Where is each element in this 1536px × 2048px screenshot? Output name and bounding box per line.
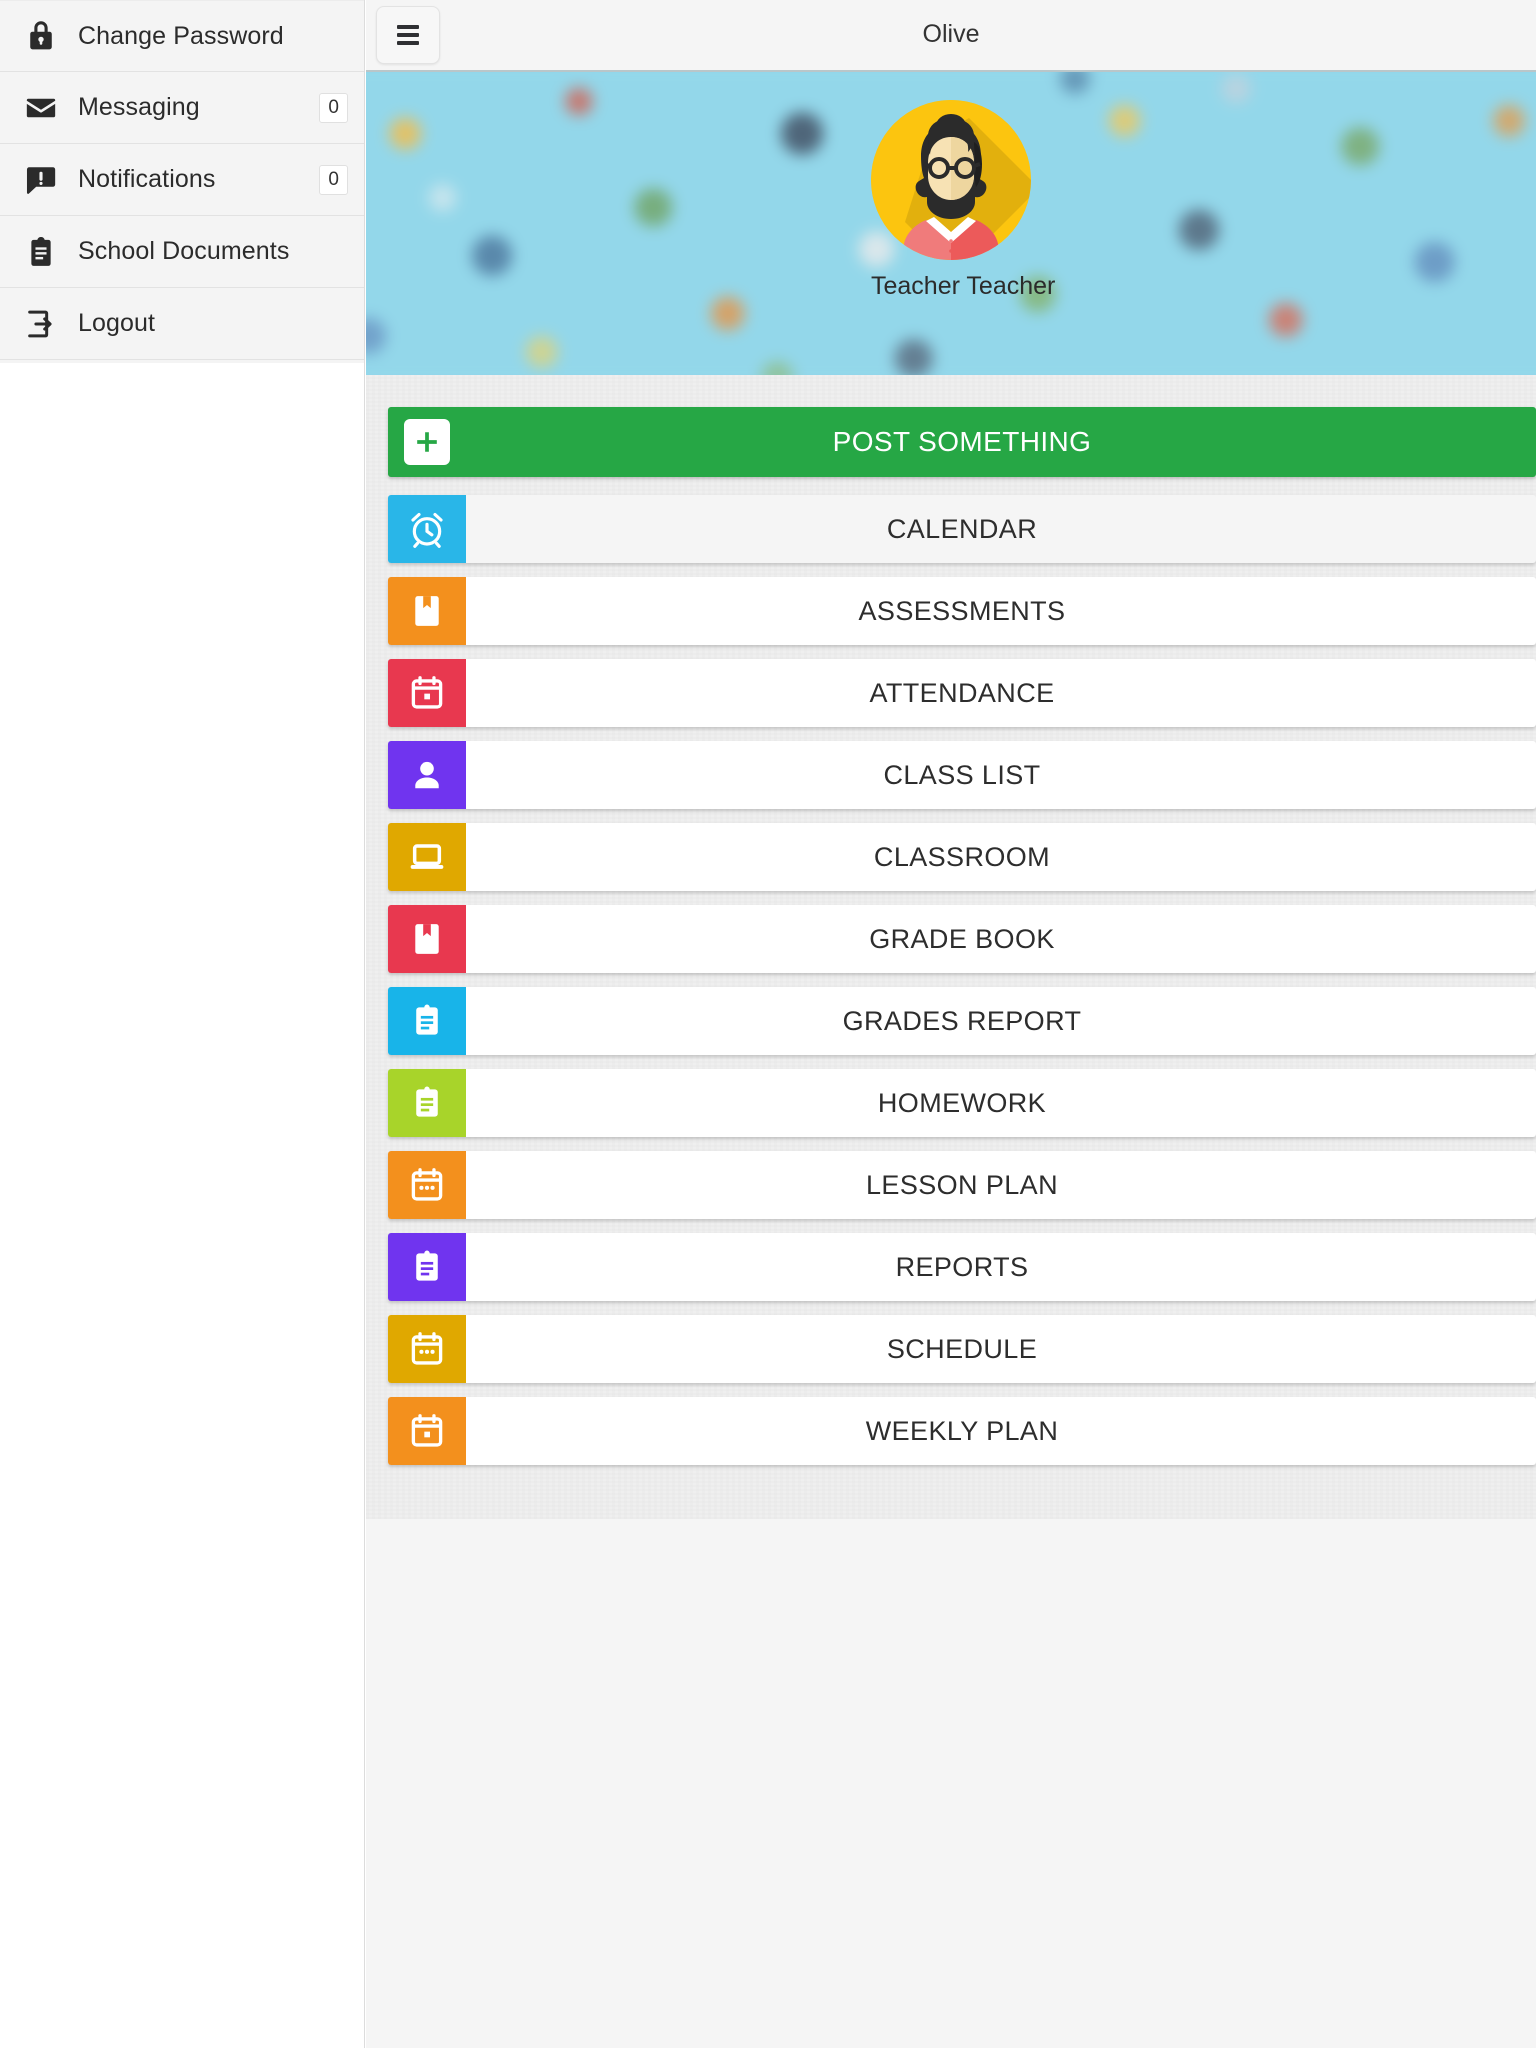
tile-label: GRADE BOOK: [869, 923, 1055, 954]
tile-assessments[interactable]: ASSESSMENTS: [388, 577, 1536, 645]
calendar-dots-icon: [411, 1332, 443, 1365]
sidebar-item-label: Messaging: [78, 93, 200, 121]
tile-weekly-plan[interactable]: WEEKLY PLAN: [388, 1397, 1536, 1465]
post-something-label: POST SOMETHING: [832, 426, 1092, 457]
tile-class-list[interactable]: CLASS LIST: [388, 741, 1536, 809]
main-content: Olive Teacher Teacher POST SOMETHING CAL…: [366, 0, 1536, 2048]
tile-icon-holder: [388, 495, 466, 563]
tile-grade-book[interactable]: GRADE BOOK: [388, 905, 1536, 973]
tile-label: CLASS LIST: [883, 759, 1041, 790]
sidebar-item-change-password[interactable]: Change Password: [0, 0, 364, 72]
tile-label: REPORTS: [895, 1251, 1029, 1282]
tile-calendar[interactable]: CALENDAR: [388, 495, 1536, 563]
tile-icon-holder: [388, 905, 466, 973]
tile-icon-holder: [388, 1397, 466, 1465]
clipboard-icon: [416, 1004, 438, 1035]
envelope-icon: [22, 89, 60, 127]
tile-label: GRADES REPORT: [842, 1005, 1082, 1036]
avatar[interactable]: [871, 100, 1031, 260]
bookmark-book-icon: [415, 924, 439, 954]
calendar-dots-icon: [411, 1168, 443, 1201]
dashboard-tile-list: POST SOMETHING CALENDAR ASSESSMENTS ATTE…: [366, 375, 1536, 1519]
tile-icon-holder: [388, 823, 466, 891]
tile-label: CLASSROOM: [873, 841, 1051, 872]
tile-label: SCHEDULE: [886, 1333, 1038, 1364]
sidebar-item-label: Change Password: [78, 21, 284, 50]
profile-name: Teacher Teacher: [871, 272, 1056, 300]
tile-icon-holder: [388, 1151, 466, 1219]
logout-icon: [22, 305, 60, 343]
tile-label: ASSESSMENTS: [858, 595, 1066, 626]
sidebar-item-label: Notifications: [78, 165, 216, 193]
alert-chat-icon: [22, 161, 60, 199]
tile-grades-report[interactable]: GRADES REPORT: [388, 987, 1536, 1055]
app-root: Change Password Messaging 0 Notification…: [0, 0, 1536, 2048]
tile-label: CALENDAR: [886, 513, 1038, 544]
sidebar-item-label: Logout: [78, 309, 156, 337]
tile-label: WEEKLY PLAN: [865, 1415, 1059, 1446]
person-icon: [415, 761, 439, 789]
sidebar-item-label: School Documents: [78, 237, 290, 265]
clipboard-icon: [416, 1250, 438, 1281]
calendar-box-icon: [411, 1414, 443, 1447]
post-something-button[interactable]: POST SOMETHING: [388, 407, 1536, 477]
post-icon-holder: [388, 407, 466, 477]
page-title: Olive: [922, 20, 980, 48]
calendar-box-icon: [411, 676, 443, 709]
tile-icon-holder: [388, 1315, 466, 1383]
alarm-clock-icon: [411, 512, 443, 548]
sidebar: Change Password Messaging 0 Notification…: [0, 0, 365, 2048]
clipboard-icon: [22, 233, 60, 271]
teacher-avatar-icon: [871, 100, 1031, 260]
lock-icon: [22, 17, 60, 55]
tile-lesson-plan[interactable]: LESSON PLAN: [388, 1151, 1536, 1219]
tile-icon-holder: [388, 659, 466, 727]
tile-attendance[interactable]: ATTENDANCE: [388, 659, 1536, 727]
notifications-badge: 0: [319, 164, 348, 195]
tile-icon-holder: [388, 987, 466, 1055]
tile-schedule[interactable]: SCHEDULE: [388, 1315, 1536, 1383]
tile-reports[interactable]: REPORTS: [388, 1233, 1536, 1301]
plus-icon: [404, 419, 450, 465]
sidebar-item-messaging[interactable]: Messaging 0: [0, 72, 364, 144]
laptop-icon: [410, 844, 444, 869]
tile-classroom[interactable]: CLASSROOM: [388, 823, 1536, 891]
messaging-badge: 0: [319, 92, 348, 123]
tile-icon-holder: [388, 1233, 466, 1301]
tile-homework[interactable]: HOMEWORK: [388, 1069, 1536, 1137]
tile-label: LESSON PLAN: [866, 1169, 1058, 1200]
tile-icon-holder: [388, 1069, 466, 1137]
profile-cover-banner: Teacher Teacher: [366, 70, 1536, 375]
sidebar-item-school-documents[interactable]: School Documents: [0, 216, 364, 288]
tile-icon-holder: [388, 741, 466, 809]
sidebar-empty-area: [0, 363, 364, 2048]
clipboard-icon: [416, 1086, 438, 1117]
tile-label: HOMEWORK: [877, 1087, 1047, 1118]
tile-icon-holder: [388, 577, 466, 645]
tile-label: ATTENDANCE: [869, 677, 1055, 708]
bookmark-book-icon: [415, 596, 439, 626]
sidebar-item-notifications[interactable]: Notifications 0: [0, 144, 364, 216]
topbar: Olive: [366, 0, 1536, 70]
sidebar-item-logout[interactable]: Logout: [0, 288, 364, 360]
profile-block: Teacher Teacher: [871, 100, 1056, 301]
